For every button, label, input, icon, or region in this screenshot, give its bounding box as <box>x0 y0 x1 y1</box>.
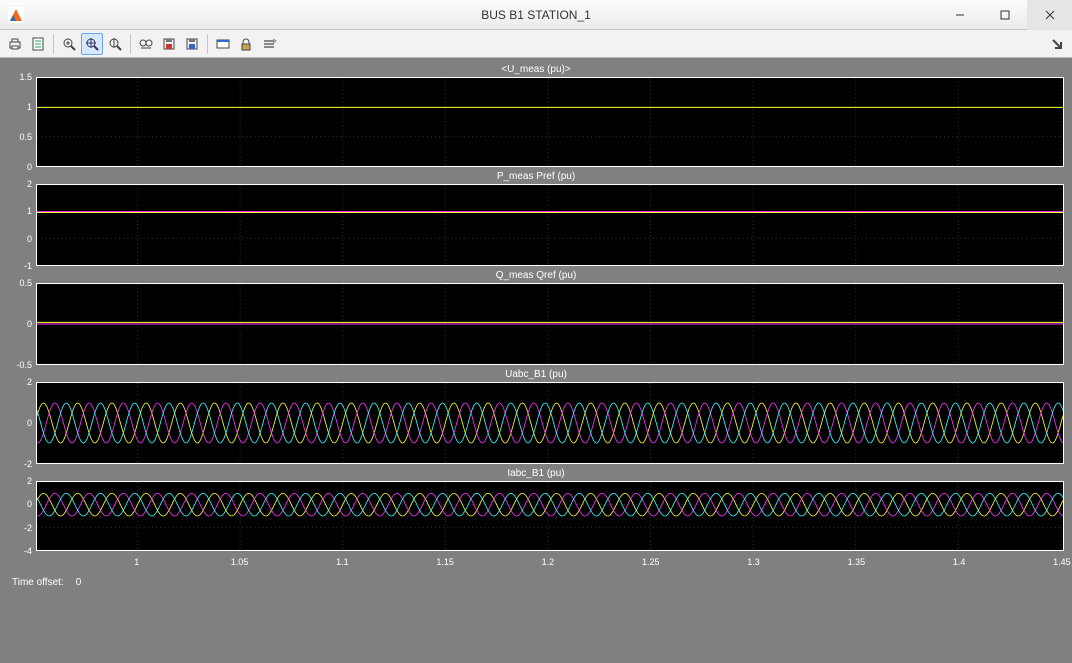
zoom-y-icon <box>107 36 123 52</box>
minimize-button[interactable] <box>937 0 982 30</box>
dock-icon <box>1051 38 1063 50</box>
lock-icon <box>238 36 254 52</box>
autoscale-button[interactable] <box>135 33 157 55</box>
sync-icon <box>261 36 277 52</box>
zoom-in-button[interactable] <box>58 33 80 55</box>
autoscale-icon <box>138 36 154 52</box>
save-config-button[interactable] <box>158 33 180 55</box>
params-icon <box>30 36 46 52</box>
zoom-xy-icon <box>84 36 100 52</box>
maximize-icon <box>1000 10 1010 20</box>
parameters-button[interactable] <box>27 33 49 55</box>
close-button[interactable] <box>1027 0 1072 30</box>
restore-config-icon <box>184 36 200 52</box>
maximize-button[interactable] <box>982 0 1027 30</box>
plot-title: Iabc_B1 (pu) <box>8 468 1064 479</box>
print-button[interactable] <box>4 33 26 55</box>
plot-title: P_meas Pref (pu) <box>8 171 1064 182</box>
toolbar-separator <box>53 34 54 54</box>
app-logo-icon <box>8 7 24 23</box>
plot-axes[interactable] <box>36 283 1064 365</box>
x-axis-labels: 11.051.11.151.21.251.31.351.41.45 <box>36 557 1064 569</box>
scope-area: <U_meas (pu)> 1.510.50 P_meas Pref (pu) 210… <box>0 58 1072 663</box>
print-icon <box>7 36 23 52</box>
save-config-icon <box>161 36 177 52</box>
plot-3: Uabc_B1 (pu) 20-2 <box>8 369 1064 464</box>
floating-icon <box>215 36 231 52</box>
close-icon <box>1045 10 1055 20</box>
lock-axes-button[interactable] <box>235 33 257 55</box>
plot-2: Q_meas Qref (pu) 0.50-0.5 <box>8 270 1064 365</box>
plot-title: Q_meas Qref (pu) <box>8 270 1064 281</box>
plot-4: Iabc_B1 (pu) 20-2-4 <box>8 468 1064 551</box>
y-axis-labels: 20-2 <box>8 382 36 464</box>
y-axis-labels: 20-2-4 <box>8 481 36 551</box>
time-offset-footer: Time offset: 0 <box>8 573 1064 591</box>
y-axis-labels: 210-1 <box>8 184 36 266</box>
window-title: BUS B1 STATION_1 <box>0 8 1072 22</box>
plot-axes[interactable] <box>36 382 1064 464</box>
plot-title: <U_meas (pu)> <box>8 64 1064 75</box>
titlebar: BUS B1 STATION_1 <box>0 0 1072 30</box>
plot-axes[interactable] <box>36 77 1064 167</box>
signal-selection-button[interactable] <box>258 33 280 55</box>
y-axis-labels: 0.50-0.5 <box>8 283 36 365</box>
toolbar-separator <box>130 34 131 54</box>
toolbar <box>0 30 1072 58</box>
plot-1: P_meas Pref (pu) 210-1 <box>8 171 1064 266</box>
zoom-y-button[interactable] <box>104 33 126 55</box>
time-offset-label: Time offset: <box>12 577 64 588</box>
dock-button[interactable] <box>1046 33 1068 55</box>
y-axis-labels: 1.510.50 <box>8 77 36 167</box>
zoom-in-icon <box>61 36 77 52</box>
time-offset-value: 0 <box>76 577 82 588</box>
zoom-xy-button[interactable] <box>81 33 103 55</box>
x-axis: 11.051.11.151.21.251.31.351.41.45 <box>8 557 1064 569</box>
plot-title: Uabc_B1 (pu) <box>8 369 1064 380</box>
toolbar-separator <box>207 34 208 54</box>
floating-scope-button[interactable] <box>212 33 234 55</box>
plot-axes[interactable] <box>36 184 1064 266</box>
minimize-icon <box>955 10 965 20</box>
plot-0: <U_meas (pu)> 1.510.50 <box>8 64 1064 167</box>
restore-config-button[interactable] <box>181 33 203 55</box>
plot-axes[interactable] <box>36 481 1064 551</box>
